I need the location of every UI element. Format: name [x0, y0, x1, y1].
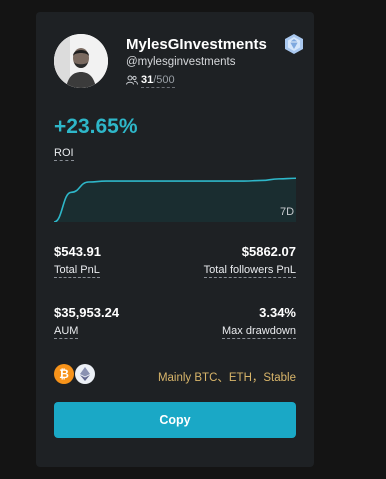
asset-description: Mainly BTC、ETH，Stable — [157, 372, 296, 384]
roi-chart — [54, 177, 296, 222]
asset-icons: ₿ — [54, 364, 95, 384]
roi-label[interactable]: ROI — [54, 147, 74, 161]
aum-label[interactable]: AUM — [54, 325, 79, 339]
roi-chart-area — [54, 178, 296, 222]
followers-count[interactable]: 31/500 — [126, 74, 175, 88]
bitcoin-icon: ₿ — [54, 364, 74, 384]
max-drawdown-label[interactable]: Max drawdown — [222, 325, 296, 339]
roi-value: +23.65% — [54, 115, 138, 138]
total-followers-pnl-value: $5862.07 — [241, 244, 296, 259]
max-drawdown-value: 3.34% — [259, 305, 296, 320]
chart-period: 7D — [280, 206, 295, 218]
followers-max: /500 — [153, 74, 175, 86]
trader-name[interactable]: MylesGInvestments — [126, 36, 267, 53]
verified-badge-icon — [282, 32, 306, 56]
users-icon — [126, 75, 138, 88]
total-pnl-value: $543.91 — [54, 244, 101, 259]
avatar[interactable] — [54, 34, 108, 88]
aum-value: $35,953.24 — [54, 305, 120, 320]
total-pnl-label[interactable]: Total PnL — [54, 264, 100, 278]
total-followers-pnl-label[interactable]: Total followers PnL — [203, 264, 296, 278]
followers-current: 31 — [141, 74, 154, 86]
trader-card[interactable]: MylesGInvestments @mylesginvestments 31/… — [36, 12, 314, 467]
copy-button[interactable]: Copy — [54, 402, 296, 438]
followers-ratio: 31/500 — [141, 74, 175, 88]
trader-handle: @mylesginvestments — [126, 56, 236, 68]
ethereum-icon — [75, 364, 95, 384]
